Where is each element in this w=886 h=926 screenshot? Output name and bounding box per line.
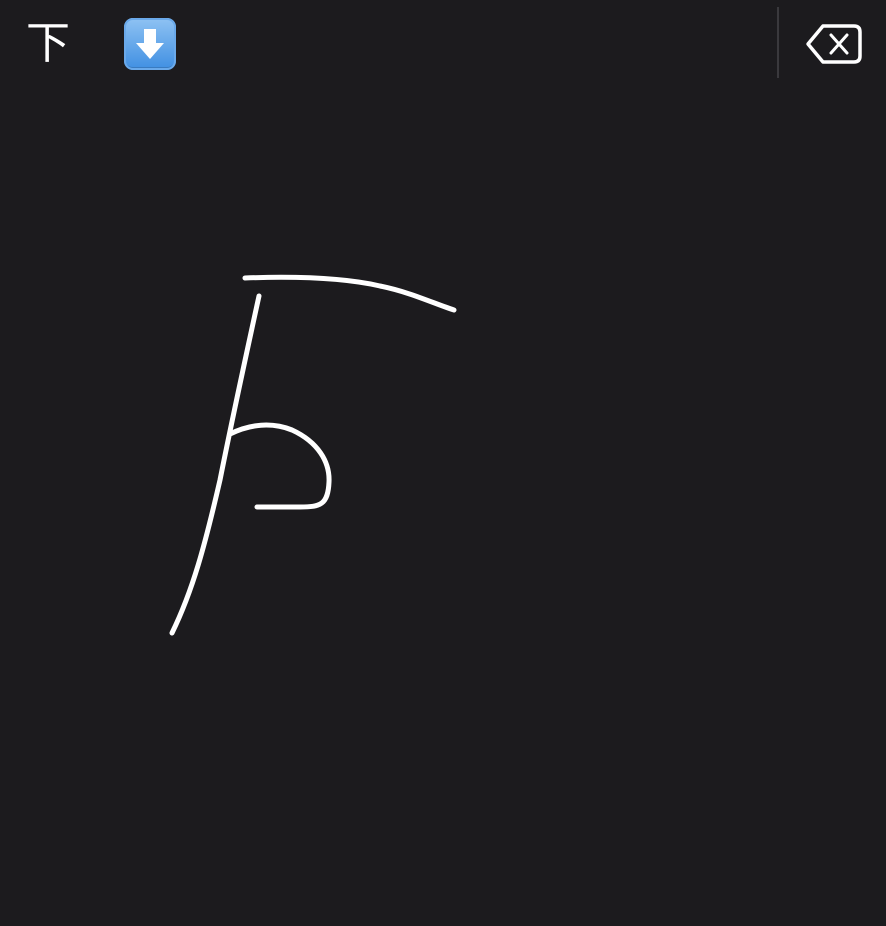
candidate-emoji[interactable] (120, 12, 180, 76)
candidate-character-label: 下 (26, 18, 70, 69)
down-arrow-emoji-icon (124, 18, 176, 70)
ink-stroke (242, 274, 457, 313)
candidate-character[interactable]: 下 (18, 12, 78, 76)
candidate-divider (777, 7, 779, 78)
candidate-bar: 下 (0, 0, 886, 88)
handwriting-canvas[interactable] (0, 88, 886, 926)
ink-stroke (169, 293, 262, 636)
handwriting-keyboard: 下 (0, 0, 886, 926)
backspace-icon (806, 24, 862, 64)
delete-button[interactable] (800, 18, 868, 70)
ink-stroke (227, 422, 332, 510)
